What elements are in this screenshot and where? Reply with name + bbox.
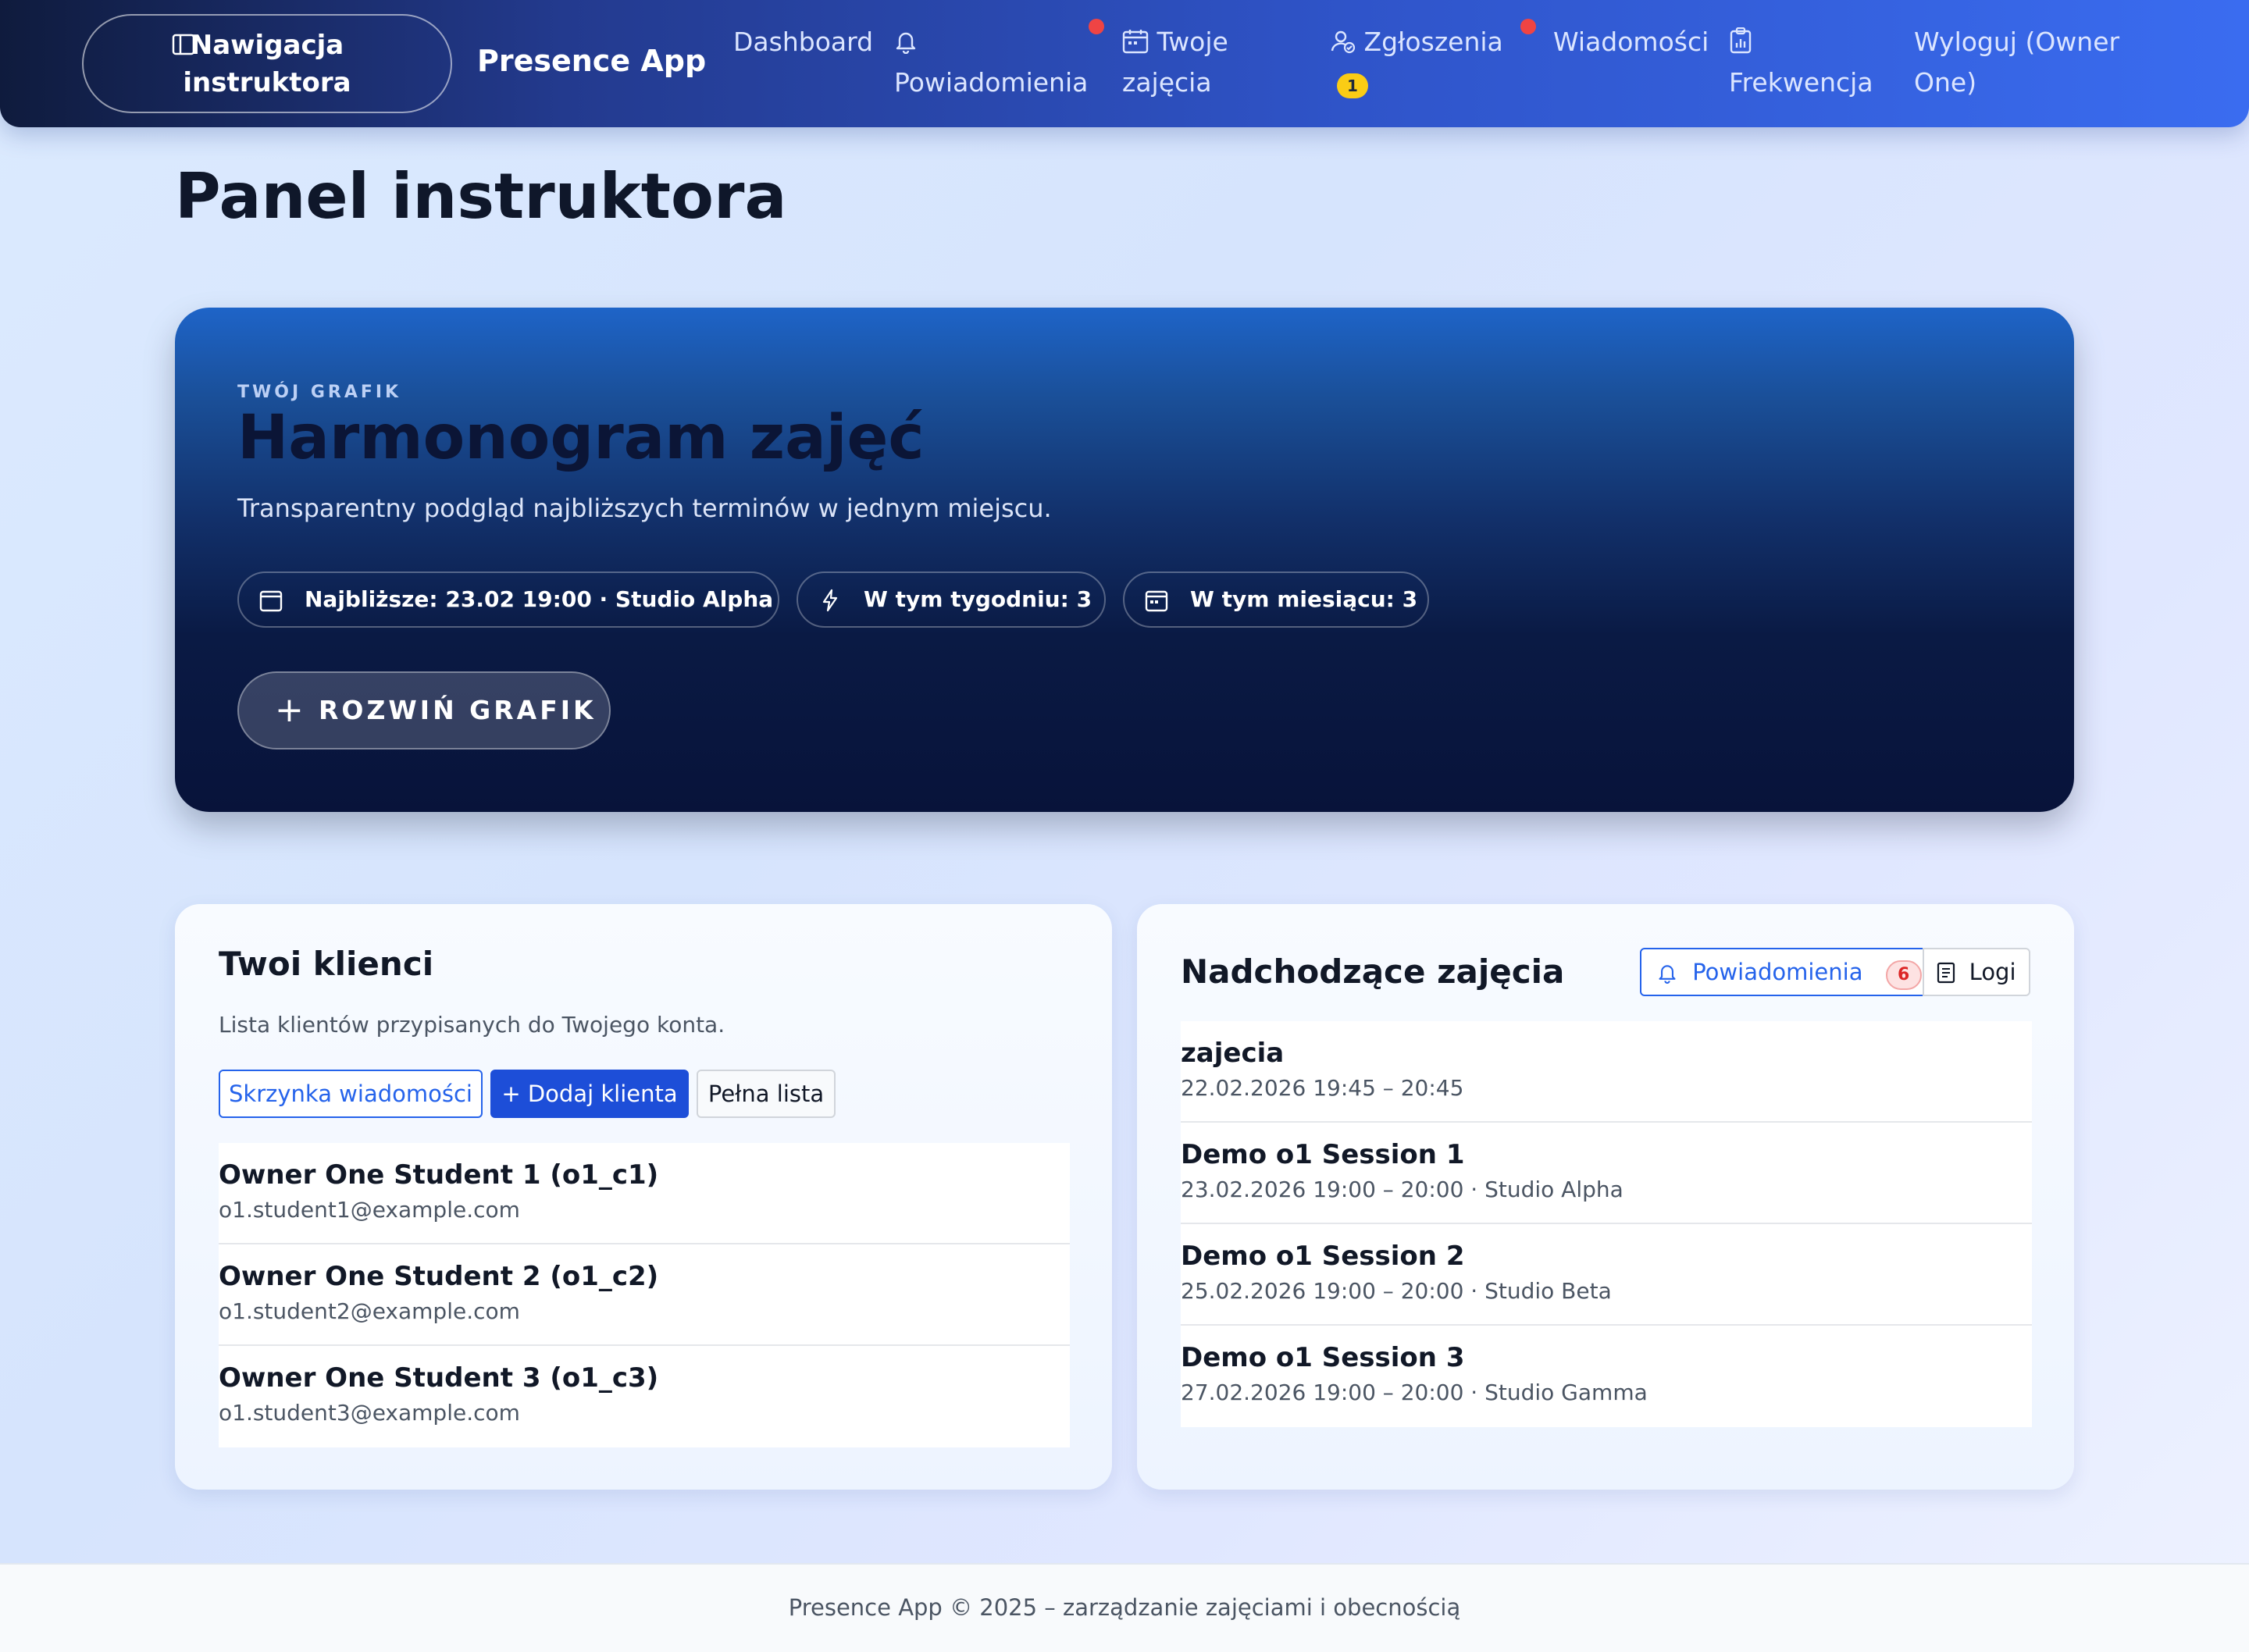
upcoming-classes-card: Nadchodzące zajęcia Powiadomienia 6 Logi… [1137, 904, 2074, 1490]
document-list-icon [1937, 962, 1955, 984]
schedule-hero: TWÓJ GRAFIK Harmonogram zajęć Transparen… [175, 308, 2074, 812]
hero-title: Harmonogram zajęć [237, 403, 925, 473]
month-count-chip: W tym miesiącu: 3 [1123, 571, 1429, 628]
nav-messages[interactable]: Wiadomości [1553, 22, 1709, 62]
requests-alert-dot [1520, 19, 1536, 34]
hero-subtitle: Transparentny podgląd najbliższych termi… [237, 493, 1052, 523]
nav-attendance[interactable]: Frekwencja [1729, 22, 1885, 103]
clients-title: Twoi klienci [219, 945, 434, 983]
expand-schedule-button[interactable]: + ROZWIŃ GRAFIK [237, 671, 611, 749]
class-title: zajecia [1181, 1038, 1285, 1069]
week-count-chip: W tym tygodniu: 3 [797, 571, 1106, 628]
class-row[interactable]: Demo o1 Session 2 25.02.2026 19:00 – 20:… [1181, 1224, 2032, 1326]
client-name: Owner One Student 2 (o1_c2) [219, 1261, 659, 1292]
nav-notifications-label: Powiadomienia [894, 67, 1089, 98]
inbox-button[interactable]: Skrzynka wiadomości [219, 1070, 483, 1118]
class-details: 23.02.2026 19:00 – 20:00 · Studio Alpha [1181, 1177, 1623, 1202]
class-details: 22.02.2026 19:45 – 20:45 [1181, 1075, 1464, 1101]
user-check-icon [1331, 30, 1356, 54]
class-title: Demo o1 Session 2 [1181, 1241, 1465, 1272]
notifications-count-badge: 6 [1885, 960, 1922, 990]
bell-icon [896, 32, 916, 55]
clipboard-chart-icon [1730, 27, 1752, 54]
logs-button-label: Logi [1969, 959, 2016, 985]
expand-schedule-label: ROZWIŃ GRAFIK [319, 695, 597, 725]
calendar-icon [1122, 30, 1149, 54]
calendar-icon [259, 590, 283, 612]
clients-card: Twoi klienci Lista klientów przypisanych… [175, 904, 1112, 1490]
plus-icon: + [275, 690, 304, 730]
nav-requests-label: Zgłoszenia [1363, 27, 1503, 57]
nav-attendance-label: Frekwencja [1729, 67, 1873, 98]
notifications-button-label: Powiadomienia [1692, 959, 1863, 985]
clients-description: Lista klientów przypisanych do Twojego k… [219, 1012, 725, 1038]
clients-list: Owner One Student 1 (o1_c1) o1.student1@… [219, 1143, 1070, 1447]
page-title: Panel instruktora [175, 160, 787, 233]
nav-messages-label: Wiadomości [1553, 27, 1709, 57]
add-client-button[interactable]: + Dodaj klienta [490, 1070, 689, 1118]
nav-logout-label: Wyloguj (Owner One) [1914, 27, 2120, 98]
nav-logout[interactable]: Wyloguj (Owner One) [1914, 22, 2164, 103]
next-class-chip: Najbliższe: 23.02 19:00 · Studio Alpha [237, 571, 779, 628]
nav-dashboard[interactable]: Dashboard [733, 22, 873, 62]
class-row[interactable]: Demo o1 Session 1 23.02.2026 19:00 – 20:… [1181, 1123, 2032, 1224]
logs-button[interactable]: Logi [1923, 948, 2030, 996]
client-row[interactable]: Owner One Student 2 (o1_c2) o1.student2@… [219, 1244, 1070, 1346]
brand-logo[interactable]: Presence App [477, 44, 706, 78]
requests-count-badge: 1 [1337, 73, 1368, 98]
week-count-text: W tym tygodniu: 3 [864, 586, 1092, 612]
class-title: Demo o1 Session 3 [1181, 1342, 1465, 1373]
client-row[interactable]: Owner One Student 1 (o1_c1) o1.student1@… [219, 1143, 1070, 1244]
top-navbar: Nawigacja instruktora Presence App Dashb… [0, 0, 2249, 127]
full-list-button[interactable]: Pełna lista [697, 1070, 836, 1118]
footer-text: Presence App © 2025 – zarządzanie zajęci… [788, 1594, 1461, 1621]
client-name: Owner One Student 1 (o1_c1) [219, 1159, 659, 1191]
nav-your-classes[interactable]: Twoje zajęcia [1122, 22, 1278, 103]
nav-notifications[interactable]: Powiadomienia [894, 22, 1088, 103]
lightning-icon [822, 589, 838, 612]
class-details: 27.02.2026 19:00 – 20:00 · Studio Gamma [1181, 1380, 1648, 1405]
class-row[interactable]: Demo o1 Session 3 27.02.2026 19:00 – 20:… [1181, 1326, 2032, 1427]
class-details: 25.02.2026 19:00 – 20:00 · Studio Beta [1181, 1278, 1612, 1304]
class-title: Demo o1 Session 1 [1181, 1139, 1465, 1170]
month-count-text: W tym miesiącu: 3 [1190, 586, 1418, 612]
calendar-icon [1145, 590, 1168, 612]
instructor-nav-toggle[interactable]: Nawigacja instruktora [82, 14, 452, 113]
nav-requests[interactable]: Zgłoszenia 1 [1331, 22, 1518, 103]
sidebar-icon [172, 34, 195, 55]
notifications-alert-dot [1089, 19, 1104, 34]
client-email: o1.student2@example.com [219, 1298, 520, 1324]
upcoming-classes-list: zajecia 22.02.2026 19:45 – 20:45 Demo o1… [1181, 1021, 2032, 1427]
page-footer: Presence App © 2025 – zarządzanie zajęci… [0, 1563, 2249, 1652]
nav-dashboard-label: Dashboard [733, 27, 874, 57]
client-name: Owner One Student 3 (o1_c3) [219, 1362, 659, 1394]
client-email: o1.student1@example.com [219, 1197, 520, 1223]
hero-kicker: TWÓJ GRAFIK [237, 383, 402, 402]
notifications-button[interactable]: Powiadomienia 6 [1640, 948, 1924, 996]
bell-icon [1659, 965, 1676, 984]
client-email: o1.student3@example.com [219, 1400, 520, 1426]
upcoming-title: Nadchodzące zajęcia [1181, 952, 1565, 991]
class-row[interactable]: zajecia 22.02.2026 19:45 – 20:45 [1181, 1021, 2032, 1123]
client-row[interactable]: Owner One Student 3 (o1_c3) o1.student3@… [219, 1346, 1070, 1447]
next-class-text: Najbliższe: 23.02 19:00 · Studio Alpha [305, 586, 774, 612]
